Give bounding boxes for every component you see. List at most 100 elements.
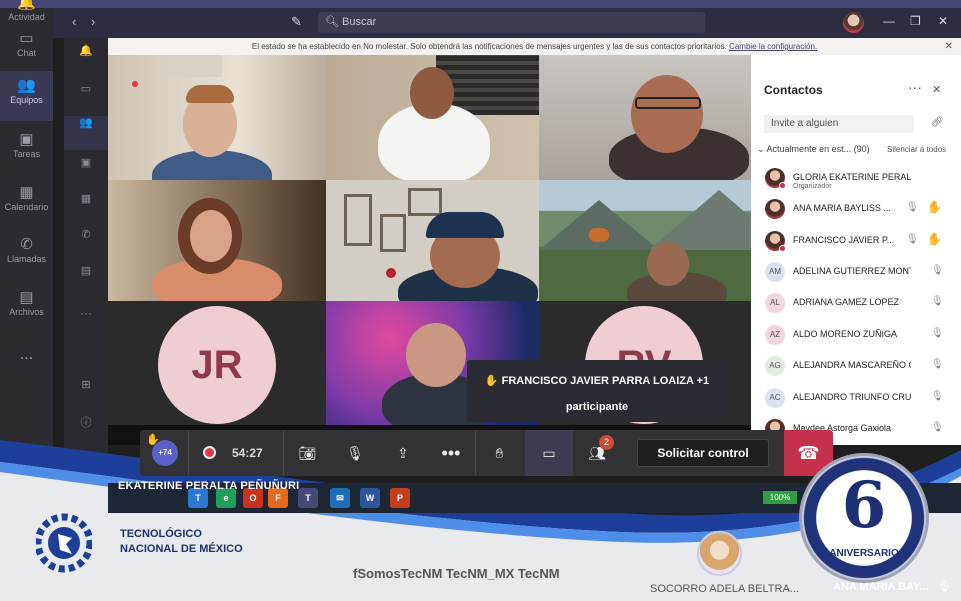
rail-item-files[interactable]: ▤ Archivos [0,283,53,333]
mute-all-link[interactable]: Silenciar a todos [887,145,946,154]
mic-muted-icon: 🎙︎ [931,422,944,433]
rail-item-calls[interactable]: ✆ Llamadas [0,230,53,280]
participant-name: FRANCISCO JAVIER P... [793,235,895,245]
participant-thumbnail[interactable] [697,531,742,576]
raised-hand-icon: ✋ [927,232,942,246]
bell-icon: 🔔 [79,45,93,57]
forward-arrow-icon[interactable]: › [91,14,95,29]
video-tile[interactable] [108,55,326,180]
close-panel-icon[interactable]: ✕ [932,83,941,96]
title-bar: ‹ › ✎ 🔍︎ Buscar — ❐ ✕ [53,8,961,38]
back-arrow-icon[interactable]: ‹ [72,14,76,29]
participants-toggle-button[interactable]: 👥︎ [573,430,621,476]
anniversary-seal: 6 ANIVERSARIO [799,453,929,583]
participant-row[interactable]: AC ALEJANDRO TRIUNFO CRUZ 🎙︎ [751,383,961,413]
participant-count: (90) [853,144,870,154]
video-tile[interactable] [539,55,751,180]
shared-rail-activity: 🔔 [64,44,108,58]
shared-rail-store: ⊞ [64,378,108,392]
rail-item-chat[interactable]: ▭ Chat [0,24,53,74]
rail-item-label: Equipos [10,95,43,105]
mic-button[interactable]: 🎙︎ [331,430,379,476]
more-actions-button[interactable]: ••• [427,430,475,476]
mic-muted-icon: 🎙︎ [906,202,919,213]
close-window-icon[interactable]: ✕ [938,14,948,28]
rail-item-tasks[interactable]: ▣ Tareas [0,125,53,175]
compose-icon[interactable]: ✎ [291,14,302,30]
app-icon-powerpoint[interactable]: P [390,488,410,508]
app-icon-mail[interactable]: ✉ [330,488,350,508]
shared-rail-calls: ✆ [64,228,108,242]
participant-row[interactable]: AZ ALDO MORENO ZUÑIGA 🎙︎ [751,320,961,350]
search-input[interactable]: 🔍︎ Buscar [318,12,705,33]
mic-muted-icon: 🎙︎ [931,391,944,402]
video-tile[interactable] [326,55,539,180]
raise-hand-button[interactable]: ✋︎ [475,430,523,476]
notification-subtitle: participante [565,401,629,413]
hang-up-icon: ☎ [797,443,820,463]
phone-icon: ✆ [20,236,33,253]
person-head [406,323,466,387]
minimize-icon[interactable]: — [883,14,895,28]
share-screen-icon: ⇪ [397,445,409,461]
participant-row[interactable]: FRANCISCO JAVIER P... 🎙︎ ✋ [751,226,961,256]
mic-muted-icon: 🎙︎ [937,581,951,593]
close-icon[interactable]: ✕ [945,38,953,55]
top-accent-bar [0,0,961,8]
request-control-button[interactable]: Solicitar control [637,439,769,467]
participant-name: ALEJANDRO TRIUNFO CRUZ [793,392,911,402]
participant-initials: JR [158,306,276,424]
file-icon: ▤ [80,265,92,277]
notification-title: FRANCISCO JAVIER PARRA LOAIZA +1 [501,375,710,387]
current-section-header[interactable]: ⌄ Actualmente en est... (90) [757,144,870,155]
participant-row[interactable]: AL ADRIANA GAMEZ LOPEZ 🎙︎ [751,288,961,318]
calendar-icon: ▦ [80,193,92,205]
avatar: AL [765,293,785,313]
participant-row[interactable]: AG ALEJANDRA MASCAREÑO G... 🎙︎ [751,351,961,381]
rail-item-calendar[interactable]: ▦ Calendario [0,178,53,228]
rail-item-label: Archivos [9,307,44,317]
tecnm-logo [36,513,92,573]
raised-hand-icon: ✋ [146,434,160,446]
participant-row[interactable]: ANA MARIA BAYLISS ... 🎙︎ ✋ [751,194,961,224]
video-tile-initials-jr[interactable]: JR [108,301,326,425]
chat-toggle-button[interactable]: ▭ [525,430,573,476]
video-tile[interactable] [539,180,751,301]
rail-item-teams[interactable]: 👥 Equipos [0,71,53,121]
chevron-down-icon: ⌄ [757,144,767,154]
person-head [631,75,703,153]
person-head [410,67,454,119]
video-tile[interactable] [326,180,539,301]
profile-avatar[interactable] [843,12,864,33]
participant-row[interactable]: AM ADELINA GUTIERREZ MONT... 🎙︎ [751,257,961,287]
institution-line2: NACIONAL DE MÉXICO [120,543,243,555]
notification-badge: 2 [599,435,614,450]
participant-row[interactable]: GLORIA EKATERINE PERALTA PEÑ... Organiza… [751,163,961,193]
more-apps-button[interactable]: ... [0,346,53,364]
participant-name: ADRIANA GAMEZ LOPEZ [793,297,900,307]
participant-role: Organizador [793,183,832,190]
shared-rail-teams: 👥 [64,116,108,150]
app-icon-teams-active[interactable]: T [298,488,318,508]
invite-input[interactable]: Invite a alguien [764,115,914,133]
video-tile[interactable] [108,180,326,301]
red-light [132,81,138,87]
briefcase-icon: ▣ [19,131,34,148]
raised-hand-notification: ✋ FRANCISCO JAVIER PARRA LOAIZA +1 parti… [467,360,727,422]
status-dot [779,245,786,252]
mic-muted-icon: 🎙︎ [931,328,944,339]
maximize-icon[interactable]: ❐ [910,14,921,28]
call-timer: 54:27 [232,446,263,460]
app-icon-word[interactable]: W [360,488,380,508]
avatar: AC [765,388,785,408]
chat-icon: ▭ [19,30,34,47]
change-settings-link[interactable]: Cambie la configuración. [729,42,817,51]
help-icon: ⓘ [80,417,92,429]
person-hair [186,85,234,103]
more-options-icon[interactable]: ··· [908,79,922,95]
share-button[interactable]: ⇪ [379,430,427,476]
participant-name: ALEJANDRA MASCAREÑO G... [793,360,911,370]
camera-off-button[interactable]: 📷︎ [283,430,331,476]
link-icon[interactable]: 🔗︎ [931,117,944,128]
shared-app-rail: 🔔 ▭ 👥 ▣ ▦ ✆ ▤ ··· ⊞ ⓘ [64,38,108,478]
